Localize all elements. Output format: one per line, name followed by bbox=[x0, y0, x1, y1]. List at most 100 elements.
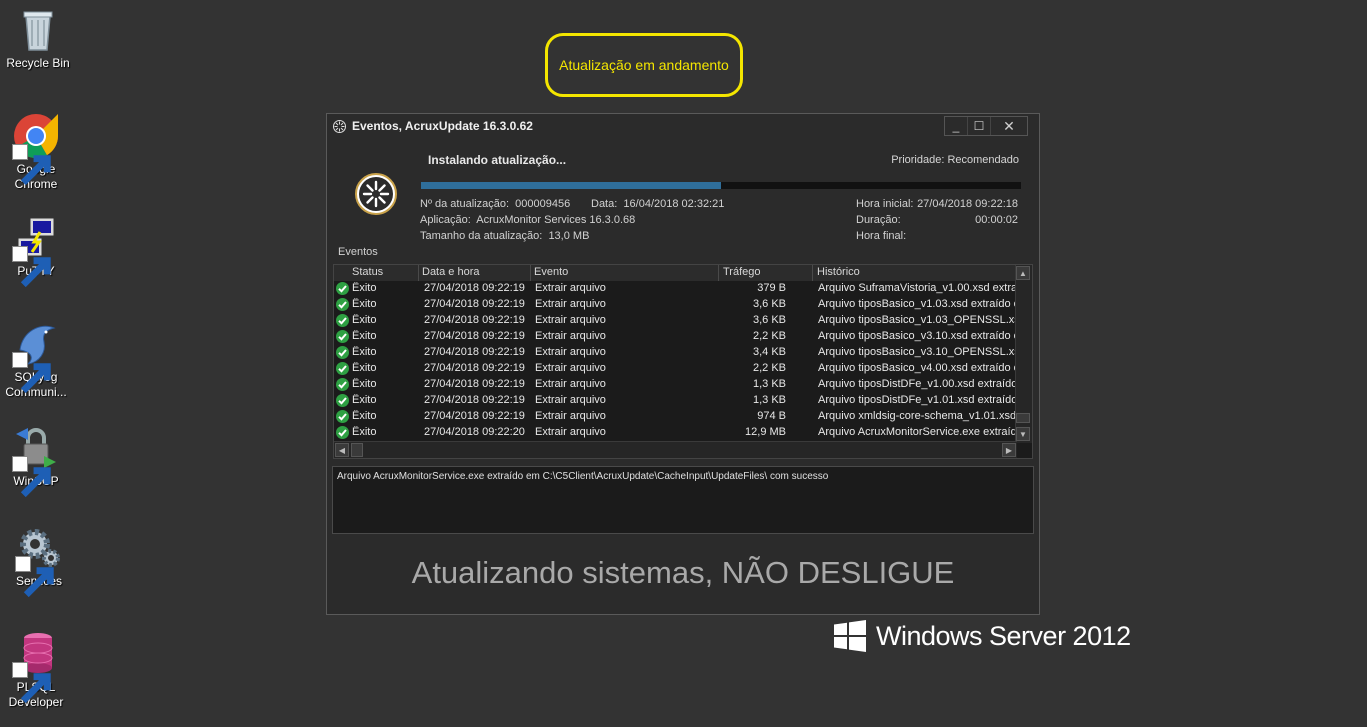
cell-event: Extrair arquivo bbox=[535, 378, 606, 390]
cell-event: Extrair arquivo bbox=[535, 346, 606, 358]
maximize-button[interactable]: ☐ bbox=[967, 117, 990, 135]
scroll-left-arrow-icon[interactable]: ◀ bbox=[335, 443, 349, 457]
window-titlebar[interactable]: Eventos, AcruxUpdate 16.3.0.62 _ ☐ ✕ bbox=[327, 114, 1039, 138]
winscp-icon bbox=[12, 424, 60, 498]
events-section-label: Eventos bbox=[338, 246, 378, 258]
cell-event: Extrair arquivo bbox=[535, 330, 606, 342]
cell-event: Extrair arquivo bbox=[535, 362, 606, 374]
cell-datetime: 27/04/2018 09:22:19 bbox=[424, 314, 525, 326]
putty-icon bbox=[12, 214, 60, 288]
shortcut-arrow-icon bbox=[12, 456, 51, 498]
column-header-event[interactable]: Evento bbox=[534, 266, 568, 278]
start-time-value: 27/04/2018 09:22:18 bbox=[917, 198, 1018, 210]
desktop-icon-winscp[interactable]: WinSCP bbox=[0, 424, 74, 498]
update-size: Tamanho da atualização: 13,0 MB bbox=[420, 230, 589, 242]
cell-traffic: 1,3 KB bbox=[752, 378, 786, 390]
recycle-bin-icon bbox=[14, 6, 62, 54]
window-title: Eventos, AcruxUpdate 16.3.0.62 bbox=[352, 119, 533, 133]
sqlyog-icon bbox=[12, 320, 60, 394]
scroll-down-arrow-icon[interactable]: ▼ bbox=[1016, 427, 1030, 441]
update-size-label: Tamanho da atualização: bbox=[420, 230, 543, 242]
table-row[interactable]: Êxito 27/04/2018 09:22:19 Extrair arquivo 3… bbox=[334, 313, 1017, 329]
window-controls: _ ☐ ✕ bbox=[944, 116, 1028, 136]
windows-server-branding: Windows Server 2012 bbox=[834, 620, 1131, 652]
table-row[interactable]: Êxito 27/04/2018 09:22:19 Extrair arquivo 1… bbox=[334, 377, 1017, 393]
cell-history: Arquivo tiposBasico_v1.03.xsd extraído e bbox=[818, 298, 1016, 310]
table-row[interactable]: Êxito 27/04/2018 09:22:19 Extrair arquivo 9… bbox=[334, 409, 1017, 425]
table-row[interactable]: Êxito 27/04/2018 09:22:19 Extrair arquivo 1… bbox=[334, 393, 1017, 409]
scroll-right-arrow-icon[interactable]: ▶ bbox=[1002, 443, 1016, 457]
column-header-history[interactable]: Histórico bbox=[817, 266, 860, 278]
desktop-icon-recycle-bin[interactable]: Recycle Bin bbox=[0, 6, 76, 71]
desktop-icon-label: Recycle Bin bbox=[6, 56, 70, 70]
cell-traffic: 3,6 KB bbox=[752, 298, 786, 310]
start-time-label: Hora inicial: bbox=[856, 198, 914, 210]
horizontal-scroll-thumb[interactable] bbox=[351, 443, 363, 457]
shortcut-arrow-icon bbox=[12, 144, 51, 186]
shortcut-arrow-icon bbox=[12, 662, 51, 704]
cell-history: Arquivo tiposDistDFe_v1.01.xsd extraído bbox=[818, 394, 1016, 406]
scroll-thumb[interactable] bbox=[1016, 413, 1030, 423]
cell-history: Arquivo AcruxMonitorService.exe extraído bbox=[818, 426, 1016, 438]
cell-status: Êxito bbox=[352, 394, 377, 406]
cell-event: Extrair arquivo bbox=[535, 314, 606, 326]
cell-status: Êxito bbox=[352, 426, 377, 438]
table-row[interactable]: Êxito 27/04/2018 09:22:19 Extrair arquivo 3… bbox=[334, 297, 1017, 313]
success-check-icon bbox=[336, 346, 349, 359]
cell-traffic: 3,6 KB bbox=[752, 314, 786, 326]
cell-datetime: 27/04/2018 09:22:20 bbox=[424, 426, 525, 438]
cell-datetime: 27/04/2018 09:22:19 bbox=[424, 410, 525, 422]
cell-history: Arquivo xmldsig-core-schema_v1.01.xsd e bbox=[818, 410, 1016, 422]
desktop-icon-putty[interactable]: PuTTY bbox=[0, 214, 74, 288]
cell-status: Êxito bbox=[352, 330, 377, 342]
update-progress-bar bbox=[421, 182, 1021, 189]
update-date-label: Data: bbox=[591, 198, 618, 210]
desktop-icon-sqlyog[interactable]: SQLyog Communi... bbox=[0, 320, 74, 400]
installing-heading: Instalando atualização... bbox=[428, 153, 567, 167]
desktop-icon-services[interactable]: Services bbox=[1, 524, 77, 598]
vertical-scrollbar[interactable]: ▲ ▼ bbox=[1015, 265, 1032, 443]
cell-status: Êxito bbox=[352, 410, 377, 422]
column-header-datetime[interactable]: Data e hora bbox=[422, 266, 479, 278]
table-row[interactable]: Êxito 27/04/2018 09:22:19 Extrair arquivo 2… bbox=[334, 329, 1017, 345]
success-check-icon bbox=[336, 314, 349, 327]
success-check-icon bbox=[336, 394, 349, 407]
annotation-text: Atualização em andamento bbox=[559, 57, 729, 73]
scroll-up-arrow-icon[interactable]: ▲ bbox=[1016, 266, 1030, 280]
desktop-icon-plsql-developer[interactable]: PLSQL Developer bbox=[0, 630, 74, 710]
shortcut-arrow-icon bbox=[12, 352, 51, 394]
event-detail-textbox[interactable]: Arquivo AcruxMonitorService.exe extraído… bbox=[332, 466, 1034, 534]
table-row[interactable]: Êxito 27/04/2018 09:22:19 Extrair arquivo 3… bbox=[334, 281, 1017, 297]
plsql-developer-icon bbox=[12, 630, 60, 704]
close-button[interactable]: ✕ bbox=[990, 117, 1027, 135]
shortcut-arrow-icon bbox=[12, 246, 51, 288]
success-check-icon bbox=[336, 362, 349, 375]
table-row[interactable]: Êxito 27/04/2018 09:22:19 Extrair arquivo 3… bbox=[334, 345, 1017, 361]
cell-datetime: 27/04/2018 09:22:19 bbox=[424, 330, 525, 342]
minimize-button[interactable]: _ bbox=[945, 117, 967, 135]
success-check-icon bbox=[336, 426, 349, 439]
progress-fill bbox=[421, 182, 721, 189]
windows-server-text: Windows Server 2012 bbox=[876, 620, 1131, 651]
priority-text: Prioridade: Recomendado bbox=[891, 154, 1019, 166]
desktop-icon-google-chrome[interactable]: Google Chrome bbox=[0, 112, 74, 192]
cell-datetime: 27/04/2018 09:22:19 bbox=[424, 378, 525, 390]
horizontal-scrollbar[interactable]: ◀ ▶ bbox=[334, 441, 1017, 458]
cell-datetime: 27/04/2018 09:22:19 bbox=[424, 394, 525, 406]
app-icon bbox=[333, 120, 346, 133]
update-number-label: Nº da atualização: bbox=[420, 198, 510, 210]
cell-event: Extrair arquivo bbox=[535, 426, 606, 438]
success-check-icon bbox=[336, 282, 349, 295]
column-header-traffic[interactable]: Tráfego bbox=[723, 266, 761, 278]
cell-history: Arquivo tiposDistDFe_v1.00.xsd extraído bbox=[818, 378, 1016, 390]
table-row[interactable]: Êxito 27/04/2018 09:22:20 Extrair arquivo 1… bbox=[334, 425, 1017, 441]
shortcut-arrow-icon bbox=[15, 556, 54, 598]
column-header-status[interactable]: Status bbox=[352, 266, 383, 278]
events-grid[interactable]: Status Data e hora Evento Tráfego Histór… bbox=[333, 264, 1033, 459]
table-row[interactable]: Êxito 27/04/2018 09:22:19 Extrair arquivo 2… bbox=[334, 361, 1017, 377]
application-label: Aplicação: bbox=[420, 214, 471, 226]
success-check-icon bbox=[336, 410, 349, 423]
chrome-icon bbox=[12, 112, 60, 186]
cell-datetime: 27/04/2018 09:22:19 bbox=[424, 362, 525, 374]
windows-logo-icon bbox=[834, 620, 866, 652]
